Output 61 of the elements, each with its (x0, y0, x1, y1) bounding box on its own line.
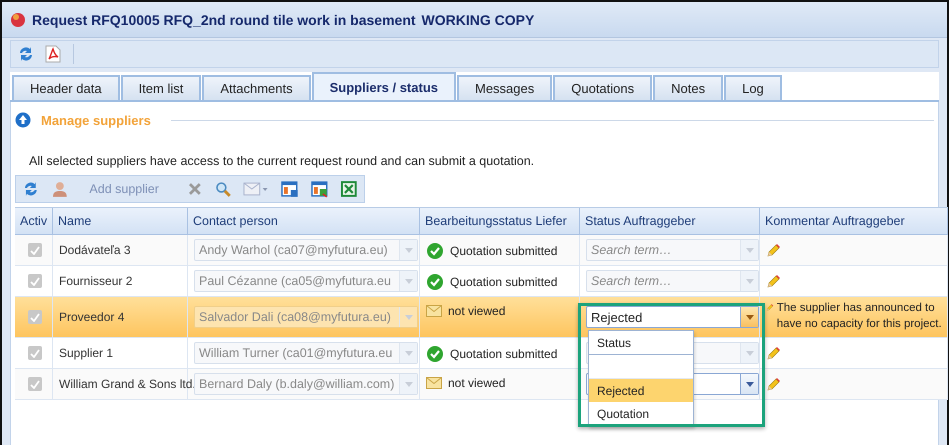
status-text: not viewed (448, 304, 506, 318)
status-dropdown[interactable]: Rejected (586, 306, 759, 328)
comment-text: The supplier has announced to have no capacity for this project. (776, 301, 943, 332)
dropdown-option[interactable]: Quotation (589, 402, 693, 426)
column-header[interactable]: Kommentar Auftraggeber (760, 208, 948, 234)
app-logo-icon (10, 12, 26, 28)
dropdown-option[interactable]: Rejected (589, 379, 693, 402)
supplier-name: William Grand & Sons ltd. (59, 377, 196, 391)
envelope-icon (426, 305, 442, 317)
window-title: Request RFQ10005 RFQ_2nd round tile work in basement (32, 12, 416, 28)
collapse-icon[interactable] (15, 112, 31, 128)
pencil-icon[interactable] (766, 376, 781, 392)
pdf-icon[interactable] (45, 45, 61, 63)
supplier-name: Proveedor 4 (59, 310, 124, 324)
tab[interactable]: Attachments (202, 75, 311, 100)
supplier-name: Supplier 1 (59, 346, 114, 360)
supplier-name: Fournisseur 2 (59, 274, 132, 288)
tab[interactable]: Messages (457, 75, 552, 100)
mail-icon[interactable] (243, 182, 269, 196)
column-header[interactable]: Status Auftraggeber (580, 208, 760, 234)
export-icon[interactable] (310, 180, 328, 198)
delete-icon[interactable] (186, 181, 203, 197)
supplier-row[interactable]: Proveedor 4 Salvador Dali (ca08@myfutura.eu) not viewed Rejected The supplier has announced to have no capacity for this project. (15, 297, 948, 338)
section-title: Manage suppliers (41, 112, 151, 128)
column-header[interactable]: Contact person (188, 208, 420, 234)
caret-icon[interactable] (746, 382, 754, 386)
pencil-icon[interactable] (766, 274, 781, 288)
refresh-icon[interactable] (17, 45, 35, 63)
status-text: Quotation submitted (450, 275, 558, 289)
caret-icon[interactable] (746, 314, 754, 320)
working-copy-label: WORKING COPY (422, 12, 534, 28)
active-checkbox[interactable] (28, 310, 42, 324)
active-checkbox[interactable] (28, 274, 42, 288)
search-icon[interactable] (214, 180, 232, 198)
tab[interactable]: Notes (653, 75, 724, 100)
column-header[interactable]: Bearbeitungsstatus Liefer (420, 208, 580, 234)
check-icon (426, 345, 444, 363)
excel-icon[interactable] (340, 180, 358, 198)
person-icon[interactable] (52, 180, 68, 198)
check-icon (426, 273, 444, 291)
tab[interactable]: Header data (12, 75, 120, 100)
export-icon[interactable] (280, 180, 299, 198)
tab[interactable]: Item list (120, 75, 202, 100)
pencil-icon[interactable] (766, 346, 781, 360)
column-header[interactable]: Activ (15, 208, 53, 234)
tab[interactable]: Suppliers / status (312, 72, 456, 100)
info-text: All selected suppliers have access to the current request round and can submit a quotation. (29, 154, 534, 168)
status-text: Quotation submitted (450, 244, 558, 258)
status-text: not viewed (448, 376, 506, 390)
status-text: Quotation submitted (450, 347, 558, 361)
dropdown-option[interactable]: Status (589, 331, 693, 355)
tab[interactable]: Quotations (553, 75, 652, 100)
column-header[interactable]: Name (53, 208, 188, 234)
supplier-name: Dodávateľa 3 (59, 243, 131, 257)
active-checkbox[interactable] (28, 346, 42, 360)
check-icon (426, 242, 444, 260)
envelope-icon (426, 377, 442, 389)
active-checkbox[interactable] (28, 377, 42, 391)
tab[interactable]: Log (724, 75, 782, 100)
active-checkbox[interactable] (28, 243, 42, 257)
pencil-icon[interactable] (766, 242, 781, 258)
